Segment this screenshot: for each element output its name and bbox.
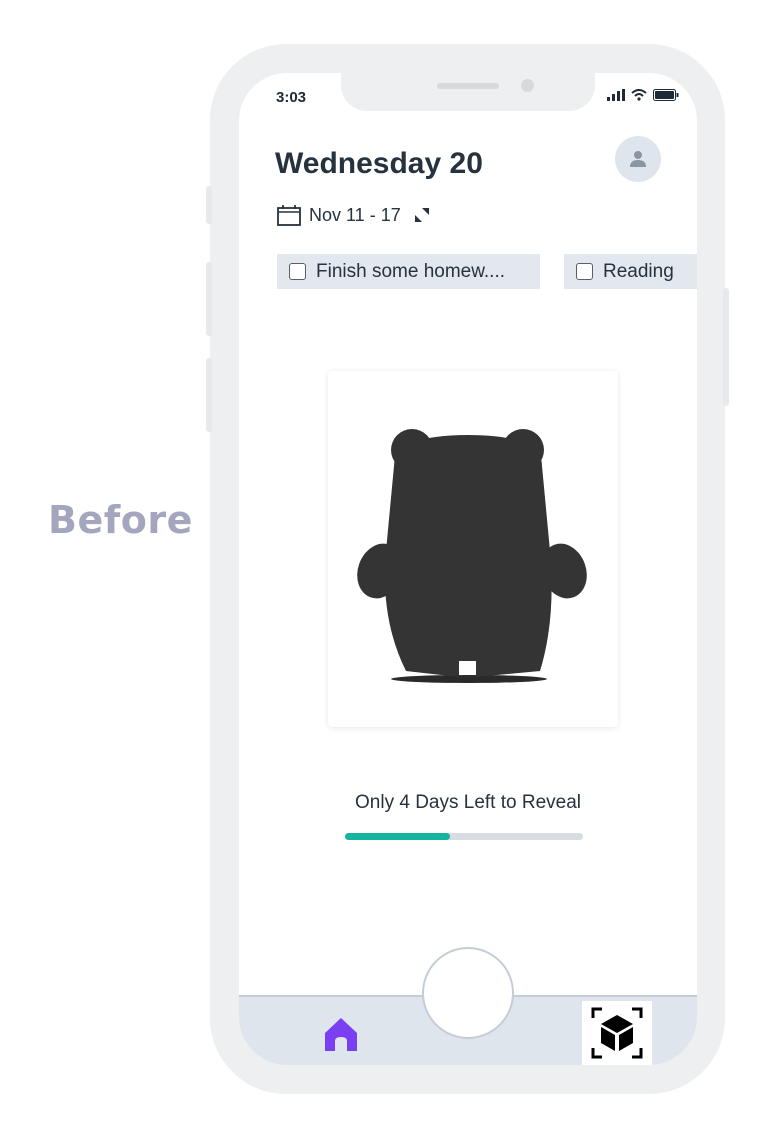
volume-down-button — [206, 358, 212, 432]
status-time: 3:03 — [276, 89, 307, 106]
user-icon — [630, 151, 646, 167]
task-checkbox[interactable] — [289, 263, 306, 280]
task-chip[interactable]: Reading — [564, 254, 697, 289]
week-range-label: Nov 11 - 17 — [309, 204, 401, 225]
task-label: Reading — [603, 260, 674, 282]
profile-avatar-button[interactable] — [615, 136, 661, 182]
reveal-progress-bar — [345, 833, 583, 840]
task-label: Finish some homew.... — [316, 260, 506, 282]
signal-icon — [607, 89, 625, 101]
expand-icon[interactable] — [413, 206, 431, 224]
power-button — [723, 288, 729, 406]
status-icons — [607, 89, 679, 101]
center-action-button[interactable] — [422, 947, 514, 1039]
before-label: Before — [48, 498, 193, 542]
front-camera — [521, 79, 534, 92]
volume-up-button — [206, 262, 212, 336]
speaker — [437, 83, 499, 89]
ar-cube-icon — [591, 1007, 643, 1059]
reveal-countdown-text: Only 4 Days Left to Reveal — [355, 792, 581, 813]
task-chip[interactable]: Finish some homew.... — [277, 254, 540, 289]
ar-scan-button[interactable] — [582, 1001, 652, 1065]
week-selector[interactable]: Nov 11 - 17 — [277, 204, 431, 226]
home-tab-button[interactable] — [320, 1013, 362, 1055]
page-title: Wednesday 20 — [275, 147, 483, 180]
reveal-progress-fill — [345, 833, 450, 840]
phone-screen: 3:03 Wednesday 20 Nov 11 - 17 Finish som… — [239, 73, 697, 1065]
wifi-icon — [631, 89, 647, 101]
mystery-character-card[interactable] — [328, 371, 618, 727]
battery-icon — [653, 89, 679, 101]
calendar-icon — [277, 205, 301, 226]
notch — [341, 73, 595, 111]
bear-silhouette — [357, 429, 587, 683]
silent-switch — [206, 186, 212, 224]
task-checkbox[interactable] — [576, 263, 593, 280]
home-icon — [325, 1018, 357, 1051]
